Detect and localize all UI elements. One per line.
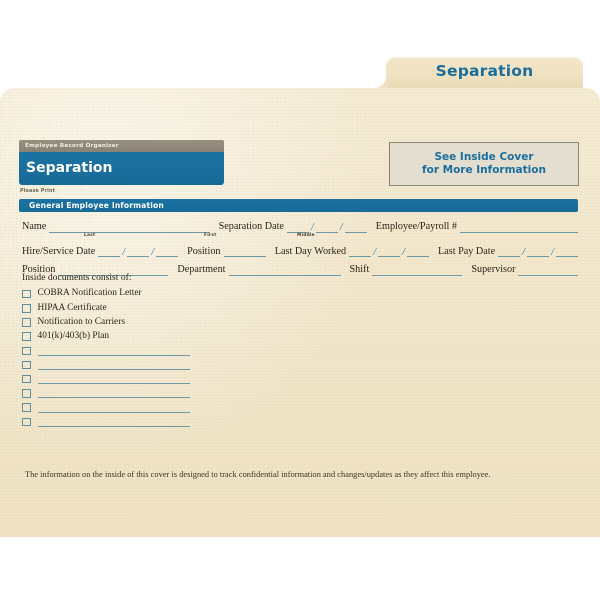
date-slash-2: / xyxy=(151,246,155,258)
form-row-name: Name Separation Date / / Employee/Payrol… xyxy=(22,217,578,233)
name-input[interactable] xyxy=(49,221,210,233)
name-label: Name xyxy=(22,221,47,233)
separation-date-month[interactable] xyxy=(286,221,309,233)
checklist-blank-input[interactable] xyxy=(37,417,190,427)
checklist-blank-input[interactable] xyxy=(37,388,190,399)
name-sublabel-first: First xyxy=(204,232,217,238)
checklist-blank-input[interactable] xyxy=(37,346,190,356)
date-slash-1: / xyxy=(122,246,126,258)
checkbox-icon[interactable] xyxy=(22,417,31,427)
last-pay-date-day[interactable] xyxy=(527,245,550,257)
checkbox-icon[interactable] xyxy=(22,389,31,398)
hire-service-date-label: Hire/Service Date xyxy=(22,245,96,257)
last-day-worked-input[interactable]: / / xyxy=(349,245,429,257)
separation-date-label: Separation Date xyxy=(218,221,284,233)
hire-date-year[interactable] xyxy=(156,245,179,257)
checklist-blank-input[interactable] xyxy=(37,403,190,413)
shift-input[interactable] xyxy=(372,264,463,276)
page-title: Separation xyxy=(19,152,224,185)
section-header-label: General Employee Information xyxy=(29,201,164,210)
checklist-item-label: 401(k)/403(b) Plan xyxy=(37,330,110,341)
checklist-item-label: COBRA Notification Letter xyxy=(37,288,142,299)
date-slash-2: / xyxy=(402,246,405,258)
checklist-item[interactable]: COBRA Notification Letter xyxy=(22,287,282,301)
checkbox-icon[interactable] xyxy=(22,374,31,384)
title-card-eyebrow: Employee Record Organizer xyxy=(19,140,224,152)
checkbox-icon[interactable] xyxy=(22,346,31,356)
last-pay-date-label: Last Pay Date xyxy=(438,245,496,257)
supervisor-label: Supervisor xyxy=(471,264,516,276)
checklist-item[interactable]: 401(k)/403(b) Plan xyxy=(22,330,282,344)
name-sublabel-middle: Middle xyxy=(297,232,315,238)
checklist-blank-input[interactable] xyxy=(37,374,190,385)
shift-label: Shift xyxy=(349,264,370,276)
checkbox-icon[interactable] xyxy=(22,318,31,327)
checklist-item[interactable] xyxy=(22,358,282,372)
see-inside-cover-box: See Inside Cover for More Information xyxy=(389,142,579,186)
checklist-item[interactable] xyxy=(22,372,282,386)
checklist-blank-input[interactable] xyxy=(37,360,190,371)
checklist-item[interactable]: Notification to Carriers xyxy=(22,315,282,329)
employee-payroll-input[interactable] xyxy=(460,221,578,233)
position-input-row2[interactable] xyxy=(223,245,266,257)
screenshot-root: Separation Employee Record Organizer Sep… xyxy=(0,0,600,600)
footer-disclaimer: The information on the inside of this co… xyxy=(25,470,491,479)
checkbox-icon[interactable] xyxy=(22,289,31,299)
last-pay-date-input[interactable]: / / xyxy=(498,245,578,257)
hire-date-day[interactable] xyxy=(127,245,150,257)
last-day-worked-label: Last Day Worked xyxy=(274,245,347,257)
separation-date-day[interactable] xyxy=(315,221,338,233)
checklist-item[interactable] xyxy=(22,386,282,400)
checklist-item[interactable]: HIPAA Certificate xyxy=(22,301,282,315)
checklist-item-label: Notification to Carriers xyxy=(37,316,125,327)
separation-date-input[interactable]: / / xyxy=(286,221,367,233)
checkbox-icon[interactable] xyxy=(22,304,31,313)
please-print-note: Please Print xyxy=(20,189,56,194)
position-label-row2: Position xyxy=(187,245,221,257)
last-day-worked-year[interactable] xyxy=(407,245,429,257)
folder-content: Employee Record Organizer Separation Ple… xyxy=(0,0,600,600)
checklist-rows: COBRA Notification Letter HIPAA Certifica… xyxy=(22,287,282,429)
separation-date-year[interactable] xyxy=(344,221,367,233)
checklist-item[interactable] xyxy=(22,344,282,358)
checklist-item[interactable] xyxy=(22,415,282,429)
last-day-worked-day[interactable] xyxy=(378,245,401,257)
form-row-hire-position: Hire/Service Date / / Position Last Day … xyxy=(22,242,578,258)
checkbox-icon[interactable] xyxy=(22,332,31,341)
general-employee-information-form: Name Separation Date / / Employee/Payrol… xyxy=(22,217,578,276)
checkbox-icon[interactable] xyxy=(22,403,31,412)
date-slash-2: / xyxy=(551,246,554,258)
last-pay-date-year[interactable] xyxy=(556,245,578,257)
inside-documents-checklist: Inside documents consist of: COBRA Notif… xyxy=(22,272,282,429)
employee-payroll-label: Employee/Payroll # xyxy=(375,221,457,233)
checklist-intro: Inside documents consist of: xyxy=(22,272,132,283)
last-day-worked-month[interactable] xyxy=(349,245,372,257)
see-inside-cover-line-2: for More Information xyxy=(422,164,546,176)
checkbox-icon[interactable] xyxy=(22,360,31,370)
date-slash-1: / xyxy=(373,246,377,258)
see-inside-cover-line-1: See Inside Cover xyxy=(434,150,534,163)
section-header-bar: General Employee Information xyxy=(19,199,578,212)
hire-date-month[interactable] xyxy=(98,245,121,257)
name-sublabels: Last First Middle xyxy=(22,233,578,241)
checklist-item[interactable] xyxy=(22,401,282,415)
date-slash-1: / xyxy=(522,246,526,258)
supervisor-input[interactable] xyxy=(518,264,578,276)
last-pay-date-month[interactable] xyxy=(498,245,521,257)
title-card: Employee Record Organizer Separation Ple… xyxy=(19,140,224,194)
name-sublabel-last: Last xyxy=(84,232,96,238)
hire-service-date-input[interactable]: / / xyxy=(98,245,179,258)
checklist-item-label: HIPAA Certificate xyxy=(37,302,107,313)
